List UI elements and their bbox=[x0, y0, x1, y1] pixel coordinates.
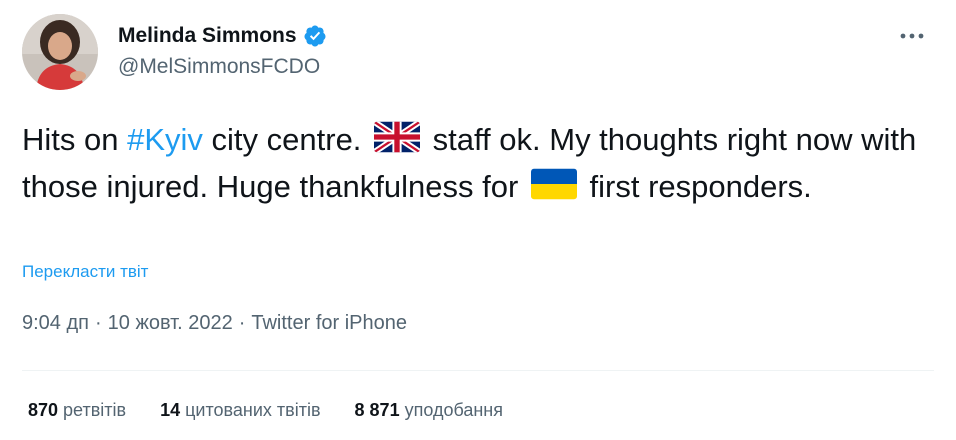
tweet-date[interactable]: 10 жовт. 2022 bbox=[108, 312, 233, 335]
ukraine-flag-icon bbox=[530, 168, 577, 212]
uk-flag-icon bbox=[374, 121, 421, 165]
retweets-label: ретвітів bbox=[63, 400, 127, 420]
tweet-text: Hits on #Kyiv city centre. staff ok. My … bbox=[22, 118, 932, 212]
avatar[interactable] bbox=[22, 14, 98, 90]
user-handle[interactable]: @MelSimmonsFCDO bbox=[118, 55, 320, 79]
retweets-stat[interactable]: 870 ретвітів bbox=[28, 400, 126, 421]
tweet-source-link[interactable]: Twitter for iPhone bbox=[251, 312, 407, 335]
meta-separator: · bbox=[94, 312, 102, 334]
quotes-count: 14 bbox=[160, 400, 181, 420]
tweet-card: Melinda Simmons @MelSimmonsFCDO Hits on … bbox=[0, 0, 956, 440]
likes-label: уподобання bbox=[404, 400, 503, 420]
avatar-image bbox=[22, 14, 98, 90]
quotes-label: цитованих твітів bbox=[185, 400, 321, 420]
tweet-text-part: first responders. bbox=[580, 169, 812, 204]
retweets-count: 870 bbox=[28, 400, 59, 420]
likes-stat[interactable]: 8 871 уподобання bbox=[355, 400, 503, 421]
likes-count: 8 871 bbox=[354, 400, 400, 420]
tweet-time[interactable]: 9:04 дп bbox=[22, 312, 89, 335]
quotes-stat[interactable]: 14 цитованих твітів bbox=[160, 400, 320, 421]
meta-separator: · bbox=[238, 312, 246, 334]
tweet-meta: 9:04 дп · 10 жовт. 2022 · Twitter for iP… bbox=[22, 312, 407, 335]
name-row: Melinda Simmons bbox=[118, 22, 327, 50]
more-options-icon[interactable] bbox=[896, 24, 928, 48]
tweet-stats: 870 ретвітів 14 цитованих твітів 8 871 упод… bbox=[28, 400, 537, 421]
hashtag-link[interactable]: #Kyiv bbox=[127, 122, 203, 157]
divider bbox=[22, 370, 934, 371]
verified-badge-icon bbox=[303, 24, 327, 48]
tweet-text-part: city centre. bbox=[202, 122, 371, 157]
tweet-text-part: Hits on bbox=[22, 122, 128, 157]
translate-tweet-link[interactable]: Перекласти твіт bbox=[22, 262, 148, 282]
display-name[interactable]: Melinda Simmons bbox=[118, 24, 297, 48]
